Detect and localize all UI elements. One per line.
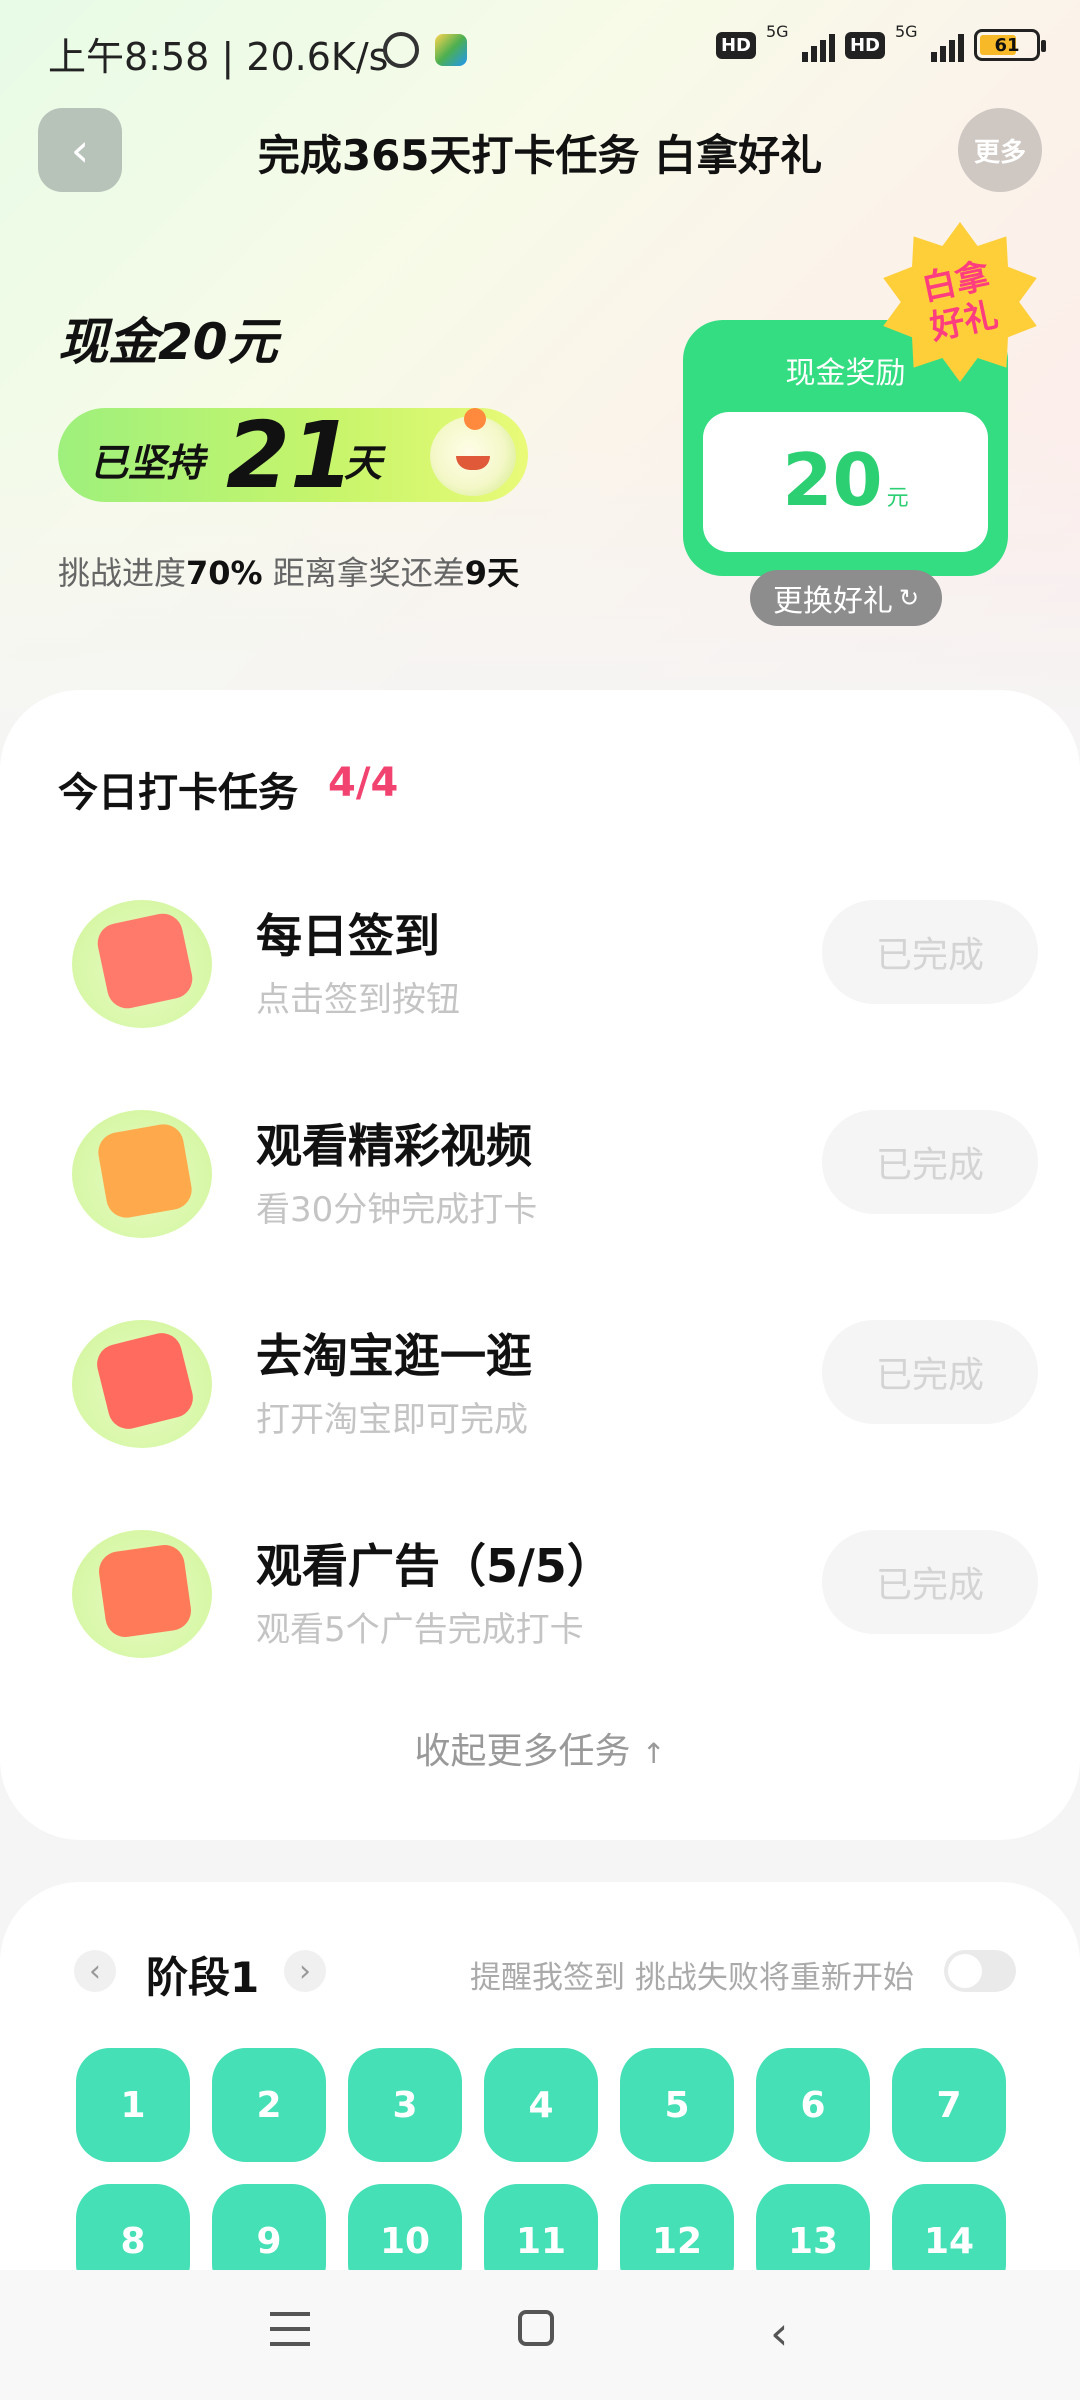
reminder-text: 提醒我签到 挑战失败将重新开始 — [470, 1960, 914, 1996]
task-row-taobao: 去淘宝逛一逛 打开淘宝即可完成 已完成 — [0, 1310, 1080, 1470]
task-row-video: 观看精彩视频 看30分钟完成打卡 已完成 — [0, 1100, 1080, 1260]
task-header: 今日打卡任务 — [58, 770, 298, 816]
swap-gift-button[interactable]: 更换好礼 ↻ — [750, 570, 942, 626]
task-count: 4/4 — [328, 760, 399, 806]
task-subtitle: 打开淘宝即可完成 — [256, 1400, 528, 1440]
day-cell[interactable]: 4 — [484, 2048, 598, 2162]
remaining-days: 9天 — [464, 554, 520, 592]
cash-title: 现金20元 — [58, 313, 278, 371]
more-button[interactable]: 更多 — [958, 108, 1042, 192]
signal-icon-2: 5G — [895, 22, 964, 62]
battery-icon: 61 — [974, 29, 1046, 61]
shopping-icon — [72, 1320, 212, 1448]
page-title: 完成365天打卡任务 白拿好礼 — [257, 131, 823, 180]
stage-next-button[interactable]: › — [284, 1950, 326, 1992]
collapse-tasks-button[interactable]: 收起更多任务 ↑ — [0, 1722, 1080, 1774]
stage-panel: ‹ 阶段1 › 提醒我签到 挑战失败将重新开始 1 2 3 4 5 6 7 8 … — [0, 1882, 1080, 2302]
hd-icon-2: HD — [844, 31, 885, 59]
chevron-left-icon: ‹ — [89, 1953, 101, 1989]
system-nav-bar: ‹ — [0, 2270, 1080, 2400]
task-done-button[interactable]: 已完成 — [822, 1530, 1038, 1634]
task-title: 观看精彩视频 — [256, 1119, 532, 1173]
reward-unit: 元 — [886, 486, 909, 511]
arrow-up-icon: ↑ — [642, 1737, 666, 1770]
reminder-toggle[interactable] — [944, 1950, 1016, 1992]
back-nav-icon[interactable]: ‹ — [770, 2306, 788, 2360]
task-row-checkin: 每日签到 点击签到按钮 已完成 — [0, 890, 1080, 1050]
day-cell[interactable]: 1 — [76, 2048, 190, 2162]
reward-amount-box: 20 元 — [703, 412, 988, 552]
status-right: HD 5G HD 5G 61 — [715, 22, 1046, 62]
task-title: 去淘宝逛一逛 — [256, 1329, 532, 1383]
progress-value: 70% — [186, 554, 263, 592]
task-done-button[interactable]: 已完成 — [822, 900, 1038, 1004]
task-row-ads: 观看广告（5/5） 观看5个广告完成打卡 已完成 — [0, 1520, 1080, 1680]
streak-prefix: 已坚持 — [90, 441, 205, 485]
reward-amount: 20 — [782, 438, 883, 522]
task-title: 每日签到 — [256, 909, 440, 963]
day-cell[interactable]: 7 — [892, 2048, 1006, 2162]
mascot-icon — [430, 408, 516, 496]
streak-banner: 已坚持 21 天 — [58, 402, 528, 509]
task-subtitle: 观看5个广告完成打卡 — [256, 1610, 584, 1650]
chevron-right-icon: › — [299, 1953, 311, 1989]
day-cell[interactable]: 3 — [348, 2048, 462, 2162]
menu-icon[interactable] — [270, 2312, 310, 2346]
refresh-icon: ↻ — [898, 584, 920, 612]
status-bar: 上午8:58 | 20.6K/s HD 5G HD 5G 61 — [0, 0, 1080, 100]
stage-prev-button[interactable]: ‹ — [74, 1950, 116, 1992]
progress-text: 挑战进度70% 距离拿奖还差9天 — [58, 554, 520, 592]
task-panel: 今日打卡任务 4/4 每日签到 点击签到按钮 已完成 观看精彩视频 看30分钟完… — [0, 690, 1080, 1840]
hd-icon: HD — [715, 31, 756, 59]
alarm-icon — [383, 32, 419, 68]
app-notification-icon — [435, 34, 467, 66]
home-icon[interactable] — [518, 2310, 554, 2346]
signal-icon: 5G — [766, 22, 835, 62]
day-cell[interactable]: 2 — [212, 2048, 326, 2162]
calendar-icon — [72, 900, 212, 1028]
task-title: 观看广告（5/5） — [256, 1539, 613, 1593]
task-subtitle: 看30分钟完成打卡 — [256, 1190, 538, 1230]
task-done-button[interactable]: 已完成 — [822, 1320, 1038, 1424]
day-cell[interactable]: 6 — [756, 2048, 870, 2162]
task-done-button[interactable]: 已完成 — [822, 1110, 1038, 1214]
stage-title: 阶段1 — [146, 1953, 260, 2002]
task-subtitle: 点击签到按钮 — [256, 980, 460, 1020]
swap-label: 更换好礼 — [772, 584, 893, 619]
ad-icon — [72, 1530, 212, 1658]
day-cell[interactable]: 5 — [620, 2048, 734, 2162]
badge-text: 白拿好礼 — [918, 255, 1002, 349]
battery-level: 61 — [994, 34, 1020, 56]
status-time: 上午8:58 | 20.6K/s — [48, 35, 389, 79]
streak-suffix: 天 — [344, 441, 383, 485]
video-icon — [72, 1110, 212, 1238]
streak-days: 21 — [226, 402, 355, 509]
